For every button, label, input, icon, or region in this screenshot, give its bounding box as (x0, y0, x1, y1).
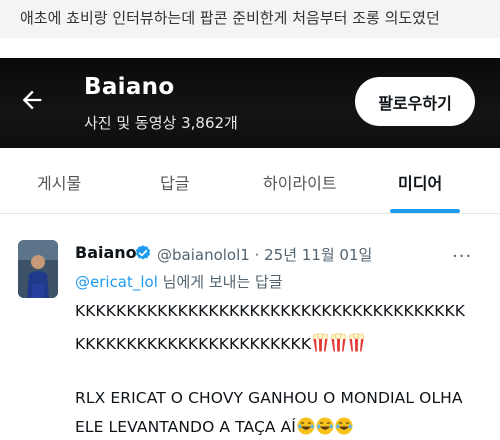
active-tab-indicator (390, 209, 460, 213)
tab-highlights[interactable]: 하이라이트 (263, 170, 337, 194)
more-options-icon[interactable]: ··· (452, 246, 472, 267)
avatar[interactable] (18, 240, 58, 298)
profile-name: Baiano (84, 74, 175, 100)
tweet-author-name[interactable]: Baiano (75, 243, 137, 262)
tweet-text-line-4: ELE LEVANTANDO A TAÇA AÍ (75, 418, 296, 436)
profile-header: Baiano 사진 및 동영상 3,862개 팔로우하기 (0, 58, 500, 148)
popcorn-icon (330, 332, 347, 356)
media-count: 사진 및 동영상 3,862개 (84, 114, 238, 132)
reply-mention-link[interactable]: @ericat_lol (75, 273, 158, 291)
tweet-text-line-2: KKKKKKKKKKKKKKKKKKKKKKK (75, 335, 312, 353)
caption-text: 애초에 쵸비랑 인터뷰하는데 팝콘 준비한게 처음부터 조롱 의도였던 (0, 0, 500, 38)
tweet-handle-date[interactable]: @baianolol1 · 25년 11월 01일 (157, 244, 372, 265)
tab-posts[interactable]: 게시물 (37, 170, 81, 194)
tweet-text-line-1: KKKKKKKKKKKKKKKKKKKKKKKKKKKKKKKKKKKKKK (75, 302, 466, 320)
verified-badge-icon (135, 245, 151, 260)
avatar-photo (18, 240, 58, 298)
laughing-face-icon (316, 417, 334, 439)
popcorn-icon (312, 332, 329, 356)
tweet-text-line-3: RLX ERICAT O CHOVY GANHOU O MONDIAL OLHA (75, 389, 463, 407)
laughing-face-icon (335, 417, 353, 439)
reply-context: @ericat_lol 님에게 보내는 답글 (75, 271, 283, 292)
tab-replies[interactable]: 답글 (160, 170, 189, 194)
profile-tabs: 게시물 답글 하이라이트 미디어 (0, 148, 500, 214)
follow-button[interactable]: 팔로우하기 (355, 77, 475, 126)
back-arrow-icon[interactable] (18, 86, 46, 114)
laughing-face-icon (297, 417, 315, 439)
reply-context-label: 님에게 보내는 답글 (157, 273, 283, 291)
tab-media[interactable]: 미디어 (398, 170, 442, 194)
tweet-text-line-4-container: ELE LEVANTANDO A TAÇA AÍ (75, 417, 353, 439)
popcorn-icon (348, 332, 365, 356)
tweet-text-line-2-container: KKKKKKKKKKKKKKKKKKKKKKK (75, 332, 365, 356)
